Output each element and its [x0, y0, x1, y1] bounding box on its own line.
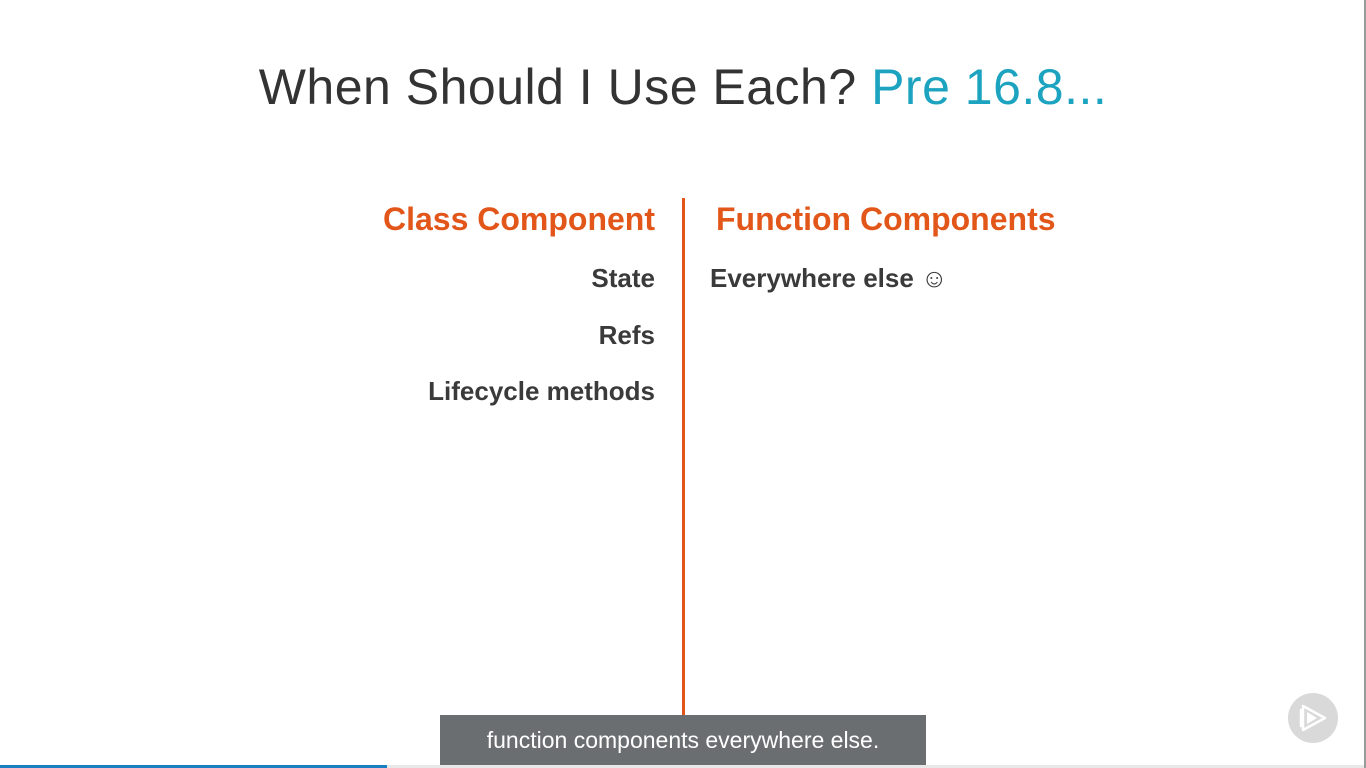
video-player[interactable]: When Should I Use Each? Pre 16.8... Clas… [0, 0, 1366, 768]
list-item: State [591, 263, 655, 293]
slide-title-main: When Should I Use Each? [258, 59, 857, 115]
class-component-list: State Refs Lifecycle methods [383, 262, 655, 432]
list-item: Refs [598, 319, 655, 350]
list-item: Everywhere else ☺ [710, 263, 948, 293]
function-components-column: Function Components Everywhere else ☺ [710, 198, 1056, 319]
function-components-heading: Function Components [716, 201, 1056, 237]
slide-title: When Should I Use Each? Pre 16.8... [0, 58, 1366, 116]
play-logo-icon [1299, 704, 1327, 732]
class-component-heading: Class Component [382, 201, 655, 237]
slide-title-accent: Pre 16.8... [871, 59, 1108, 115]
subtitle-caption: function components everywhere else. [440, 715, 926, 766]
class-component-column: Class Component State Refs Lifecycle met… [383, 198, 655, 432]
list-item: Lifecycle methods [428, 376, 655, 406]
column-divider [682, 198, 685, 718]
function-components-list: Everywhere else ☺ [710, 262, 1056, 319]
pluralsight-play-icon [1288, 693, 1338, 743]
